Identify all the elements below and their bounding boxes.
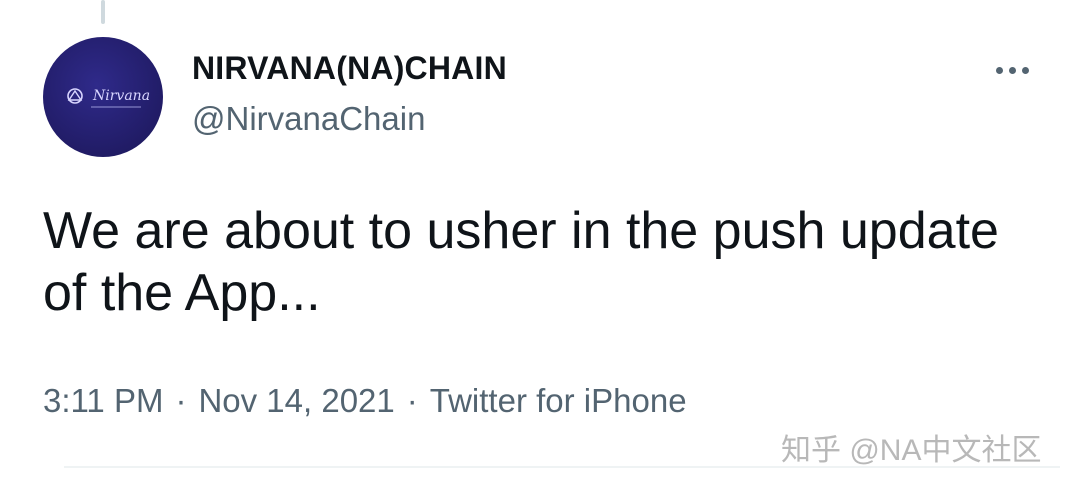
tweet-date[interactable]: Nov 14, 2021 xyxy=(198,382,394,419)
avatar[interactable]: Nirvana xyxy=(43,37,163,157)
watermark: 知乎 @NA中文社区 xyxy=(781,434,1042,467)
more-horizontal-icon xyxy=(996,66,1003,74)
tweet-text: We are about to usher in the push update… xyxy=(43,202,999,322)
author-handle[interactable]: @NirvanaChain xyxy=(192,100,425,138)
avatar-subline xyxy=(91,106,141,108)
tweet-meta: 3:11 PM · Nov 14, 2021 · Twitter for iPhone xyxy=(43,382,687,420)
meta-separator: · xyxy=(175,382,187,419)
more-options-button[interactable] xyxy=(996,62,1036,78)
avatar-text: Nirvana xyxy=(93,88,151,104)
author-display-name[interactable]: NIRVANA(NA)CHAIN xyxy=(192,50,507,87)
tweet-source[interactable]: Twitter for iPhone xyxy=(430,382,687,419)
more-horizontal-icon-dot xyxy=(1022,66,1029,74)
meta-separator: · xyxy=(406,382,418,419)
divider xyxy=(64,466,1060,468)
nirvana-logo: Nirvana xyxy=(65,87,150,105)
more-horizontal-icon-dot xyxy=(1009,66,1016,74)
tweet-time[interactable]: 3:11 PM xyxy=(43,382,163,419)
thread-connector-line xyxy=(101,0,105,24)
nirvana-logo-icon xyxy=(67,88,83,104)
